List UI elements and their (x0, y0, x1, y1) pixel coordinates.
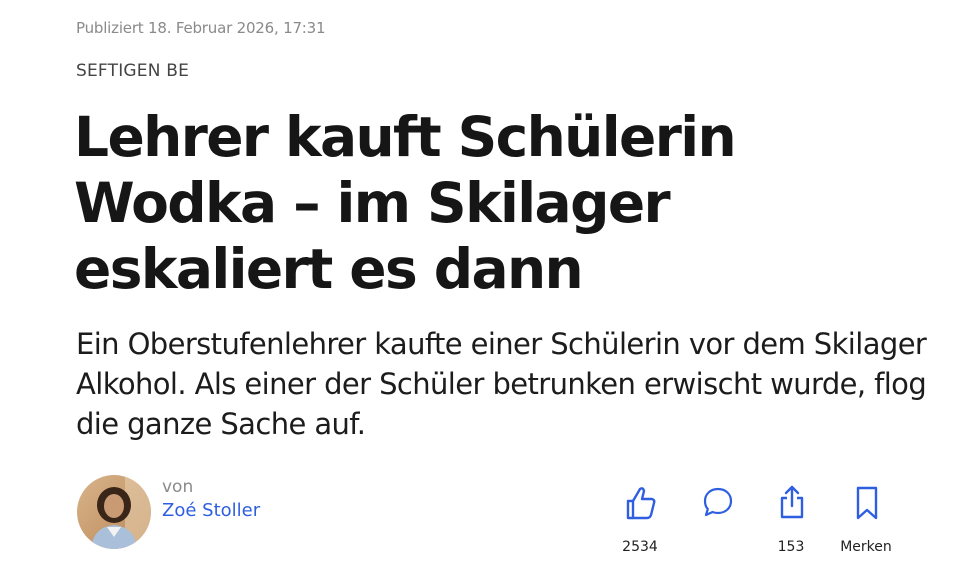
speech-bubble-icon (703, 487, 733, 517)
published-date: Publiziert 18. Februar 2026, 17:31 (76, 19, 326, 37)
share-icon (780, 485, 804, 519)
bookmark-button[interactable]: Merken (826, 484, 906, 564)
article-lead: Ein Oberstufenlehrer kaufte einer Schüle… (76, 327, 927, 441)
comment-button[interactable] (677, 484, 757, 564)
thumbs-up-icon (626, 487, 656, 520)
share-count: 153 (777, 539, 805, 555)
like-count: 2534 (622, 539, 658, 555)
author-photo (77, 475, 151, 549)
bookmark-icon (856, 486, 878, 520)
article-headline: Lehrer kauft Schülerin Wodka – im Skilag… (74, 105, 737, 301)
author-prefix: von (162, 477, 194, 497)
author-avatar[interactable] (77, 475, 151, 549)
bookmark-label: Merken (840, 539, 892, 555)
share-button[interactable]: 153 (751, 484, 831, 564)
kicker-location: SEFTIGEN BE (76, 61, 190, 81)
like-button[interactable]: 2534 (600, 484, 680, 564)
author-name-link[interactable]: Zoé Stoller (162, 500, 260, 521)
